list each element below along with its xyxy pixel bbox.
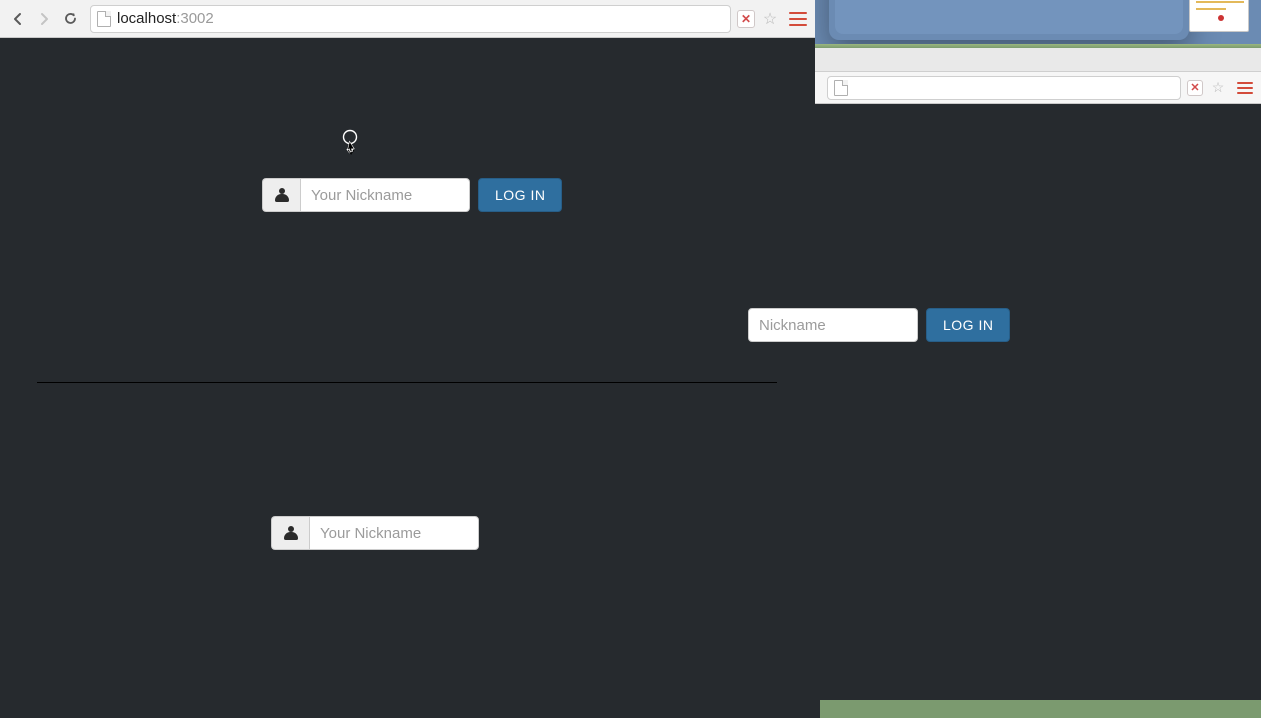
login-button[interactable]: LOG IN	[926, 308, 1010, 342]
user-icon	[284, 526, 298, 540]
toolbar-right: ✕ ☆	[1187, 79, 1255, 97]
nav-forward-button[interactable]	[32, 7, 56, 31]
address-bar: localhost:3002 ✕ ☆	[0, 0, 815, 38]
nav-reload-button[interactable]	[58, 7, 82, 31]
nickname-input[interactable]	[309, 516, 479, 550]
desktop-background-strip	[820, 700, 1261, 718]
mouse-cursor-icon	[341, 129, 361, 155]
site-file-icon	[834, 80, 848, 96]
bookmark-star-icon[interactable]: ☆	[761, 10, 779, 28]
address-bar: ✕ ☆	[815, 72, 1261, 104]
url-host: localhost	[117, 10, 176, 27]
nickname-addon	[262, 178, 300, 212]
url-input[interactable]	[827, 76, 1181, 100]
extension-blocked-icon[interactable]: ✕	[1187, 80, 1203, 96]
nickname-input[interactable]	[300, 178, 470, 212]
url-port: :3002	[176, 10, 214, 27]
menu-hamburger-icon[interactable]	[789, 12, 807, 26]
user-icon	[275, 188, 289, 202]
browser-window-secondary: ✕ ☆ LOG IN	[815, 0, 1261, 718]
page-content-secondary: LOG IN	[815, 104, 1261, 718]
nickname-addon	[271, 516, 309, 550]
toolbar-right: ✕ ☆	[737, 10, 809, 28]
login-form: LOG IN	[748, 308, 1010, 342]
horizontal-divider	[37, 382, 777, 383]
site-file-icon	[97, 11, 111, 27]
extension-blocked-icon[interactable]: ✕	[737, 10, 755, 28]
url-text: localhost:3002	[117, 10, 214, 27]
bookmark-star-icon[interactable]: ☆	[1209, 79, 1227, 97]
nickname-input[interactable]	[748, 308, 918, 342]
url-input[interactable]: localhost:3002	[90, 5, 731, 33]
nav-back-button[interactable]	[6, 7, 30, 31]
login-button[interactable]: LOG IN	[478, 178, 562, 212]
menu-hamburger-icon[interactable]	[1237, 82, 1253, 94]
page-content-primary: LOG IN LOG IN	[0, 38, 815, 718]
background-window-peek	[815, 0, 1261, 48]
tab-strip[interactable]	[815, 48, 1261, 72]
minimap-thumbnail	[1189, 0, 1249, 32]
secondary-chrome: ✕ ☆	[815, 48, 1261, 104]
login-form-secondary: LOG IN	[271, 516, 479, 550]
login-form: LOG IN	[262, 178, 562, 212]
browser-window-primary: localhost:3002 ✕ ☆ LOG IN LOG IN	[0, 0, 815, 718]
